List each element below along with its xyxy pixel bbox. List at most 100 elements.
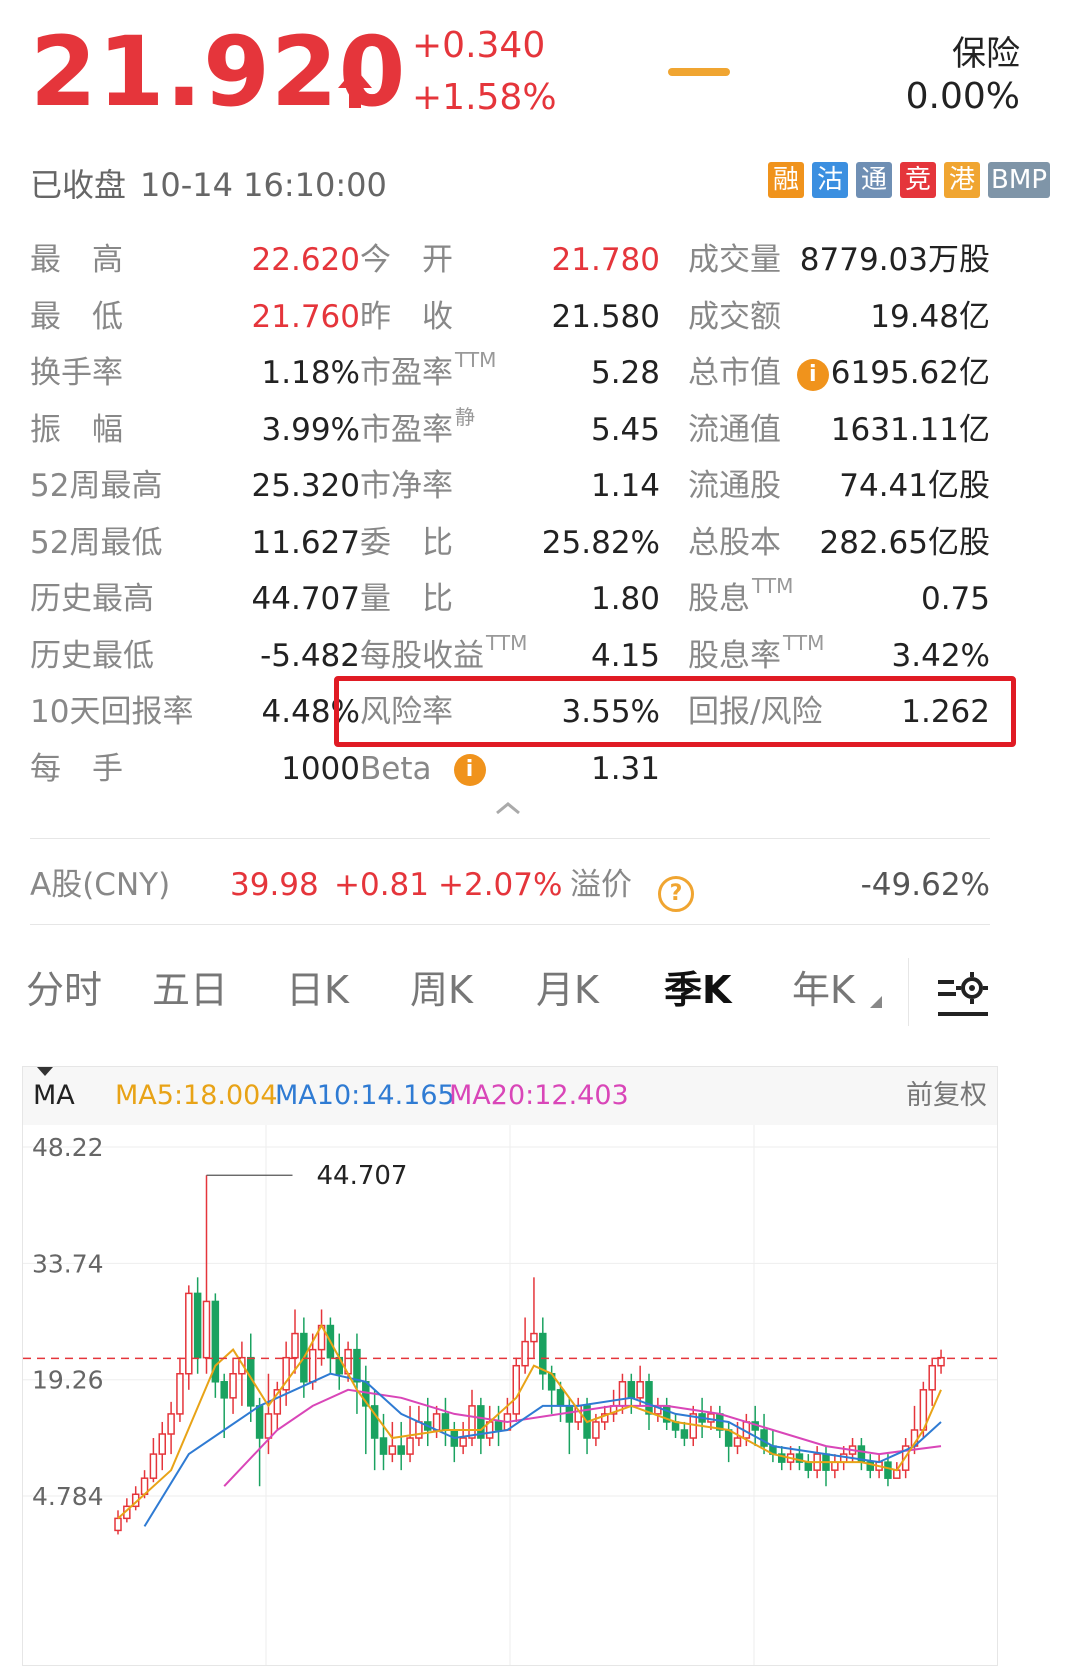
candle-body [760,1429,768,1447]
stat-value: 5.28 [590,355,660,391]
stat-label: 历史最低 [30,637,154,674]
divider [30,924,990,925]
stat-value: 0.75 [920,581,990,617]
chart-settings-icon[interactable] [936,968,990,1018]
candle-body [388,1445,397,1455]
stats-row: 最 高 22.620 今 开 21.780 成交量 8779.03万股 [30,232,990,289]
adjust-mode[interactable]: 前复权 [906,1067,987,1125]
y-axis-label: 33.74 [32,1249,104,1278]
stat-value: 21.580 [551,298,660,335]
kline-chart[interactable]: 44.707 48.22 33.74 19.26 4.784 MA MA5:18.004… [22,1066,998,1666]
tab-period[interactable]: 五日 [152,960,228,1020]
stat-value: 3.99% [261,411,360,448]
feature-badge[interactable]: 融 [768,162,805,198]
tab-period[interactable]: 月K [536,960,599,1020]
candle-body [379,1437,388,1455]
stat-value: 1.31 [590,750,660,787]
candle-body [831,1461,839,1471]
stat-value: 282.65亿股 [819,524,990,561]
dropdown-triangle-icon[interactable] [870,996,882,1008]
feature-badge[interactable]: BMP [988,162,1050,198]
feature-badge[interactable]: 沽 [812,162,849,198]
stat-label-suffix: TTM [486,630,528,655]
info-icon[interactable]: i [796,358,829,391]
stat-value: 11.627 [251,524,360,561]
stat-label: 成交量 [688,242,781,278]
tab-period[interactable]: 日K [286,960,349,1020]
stat-value: 1.14 [590,468,660,504]
candle-body [565,1405,574,1423]
stat-label: 振 幅 [30,411,123,448]
stat-value: 8779.03万股 [799,242,990,278]
stat-label: 52周最高 [30,468,163,504]
max-price-label: 44.707 [317,1161,408,1191]
premium-value: -49.62% [860,867,990,903]
stat-value: 1631.11亿 [830,411,990,448]
a-share-change: +0.81 [334,867,429,903]
candle-body [202,1300,211,1359]
stat-label: 换手率 [30,355,123,391]
feature-badge[interactable]: 港 [944,162,981,198]
candle-body [415,1421,423,1439]
y-axis-label: 19.26 [32,1366,104,1395]
help-icon[interactable]: ? [658,867,694,917]
tab-period[interactable]: 季K [664,960,731,1020]
candle-body [893,1469,901,1479]
y-axis-label: 4.784 [32,1482,104,1511]
dropdown-icon [37,1067,53,1076]
candle-body [733,1437,742,1447]
collapse-chevron-icon[interactable] [494,800,522,816]
stat-label-suffix: TTM [455,348,497,372]
a-share-price: 39.98 [230,867,319,903]
ma10-value: MA10:14.165 [275,1080,455,1111]
stats-row: 52周最低 11.627 委 比 25.82% 总股本 282.65亿股 [30,515,990,572]
stat-label: 市盈率 TTM [360,348,497,391]
candle-body [839,1453,848,1463]
stat-label: 股息 TTM [688,574,794,617]
stat-label: 昨 收 [360,298,453,335]
candle-body [397,1445,405,1455]
kline-canvas[interactable]: 44.707 48.22 33.74 19.26 4.784 [23,1067,997,1665]
stat-label: 量 比 [360,581,453,617]
stat-label-suffix: 静 [455,404,475,429]
stat-value: 1.80 [590,581,660,617]
tab-period[interactable]: 年K [792,960,855,1020]
stats-row: 换手率 1.18% 市盈率 TTM 5.28 总市值 i 6195.62亿 [30,345,990,402]
market-status: 已收盘 10-14 16:10:00 [30,160,387,206]
stat-label: 每 手 [30,750,123,787]
insurance-label[interactable]: 保险 [952,26,1020,75]
candle-body [468,1405,476,1439]
candle-body [928,1364,936,1391]
stat-label: Beta i [360,741,486,797]
tab-period[interactable]: 周K [410,960,473,1020]
candle-body [521,1340,529,1367]
stat-label: 52周最低 [30,524,163,561]
stat-label: 市盈率静 [360,404,475,448]
stat-value: 1000 [281,750,360,787]
stats-row: 振 幅 3.99% 市盈率静 5.45 流通值 1631.11亿 [30,402,990,459]
active-tab-indicator [668,68,730,76]
stat-value: i 6195.62亿 [796,345,990,401]
premium-label: 溢价 [570,867,632,903]
stat-label-suffix: TTM [752,574,794,598]
feature-badge[interactable]: 通 [856,162,893,198]
stats-row: 每 手 1000 Beta i 1.31 [30,741,990,798]
stat-value: 25.82% [541,524,660,561]
candle-body [193,1292,202,1359]
stat-label: 最 低 [30,298,123,335]
info-icon[interactable]: i [453,754,486,786]
candle-body [636,1381,644,1399]
candle-body [432,1413,441,1431]
a-share-row[interactable]: A股(CNY) 39.98 +0.81 +2.07% 溢价 ? -49.62% [30,860,990,912]
stat-label: 最 高 [30,242,123,278]
tab-period[interactable]: 分时 [26,960,102,1020]
stat-label: 流通值 [688,411,781,448]
price-change: +0.340 [412,25,546,66]
candle-body [149,1453,158,1479]
highlight-box [334,676,1016,747]
candle-body [556,1389,565,1407]
market-state: 已收盘 [30,166,127,204]
feature-badge[interactable]: 竞 [900,162,937,198]
ma5-value: MA5:18.004 [115,1080,278,1111]
stat-value: 1.18% [261,355,360,391]
